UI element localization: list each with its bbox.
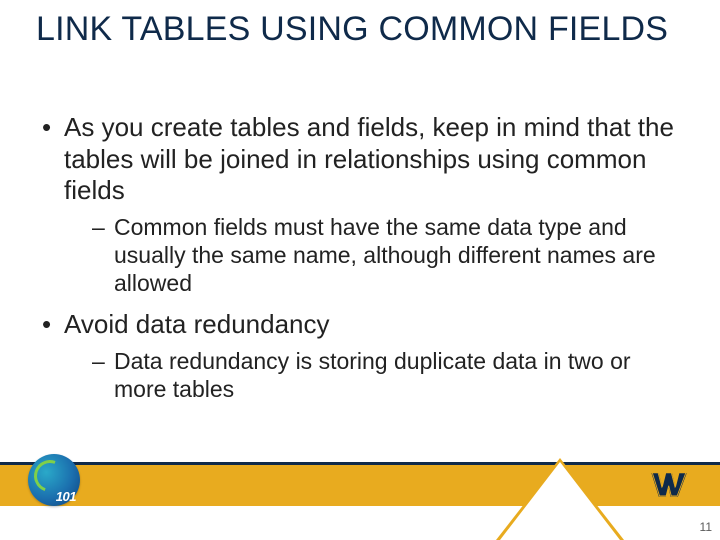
course-logo-icon: 101 [28, 454, 80, 506]
logo-101-text: 101 [56, 489, 76, 504]
bullet-list-level1: As you create tables and fields, keep in… [36, 112, 684, 403]
bullet-text: As you create tables and fields, keep in… [64, 112, 674, 205]
bullet-list-level2: Common fields must have the same data ty… [64, 213, 684, 297]
chevron-cutout-icon [500, 462, 620, 540]
bullet-list-level2: Data redundancy is storing duplicate dat… [64, 347, 684, 403]
bullet-text: Avoid data redundancy [64, 309, 330, 339]
bullet-item: As you create tables and fields, keep in… [36, 112, 684, 297]
slide-body: As you create tables and fields, keep in… [36, 112, 684, 415]
sub-bullet-item: Common fields must have the same data ty… [64, 213, 684, 297]
wvu-flying-logo-icon [650, 470, 694, 500]
slide: LINK TABLES USING COMMON FIELDS As you c… [0, 0, 720, 540]
sub-bullet-text: Common fields must have the same data ty… [114, 214, 656, 296]
slide-title: LINK TABLES USING COMMON FIELDS [36, 10, 690, 48]
sub-bullet-item: Data redundancy is storing duplicate dat… [64, 347, 684, 403]
bullet-item: Avoid data redundancy Data redundancy is… [36, 309, 684, 403]
sub-bullet-text: Data redundancy is storing duplicate dat… [114, 348, 631, 402]
page-number: 11 [700, 520, 712, 534]
